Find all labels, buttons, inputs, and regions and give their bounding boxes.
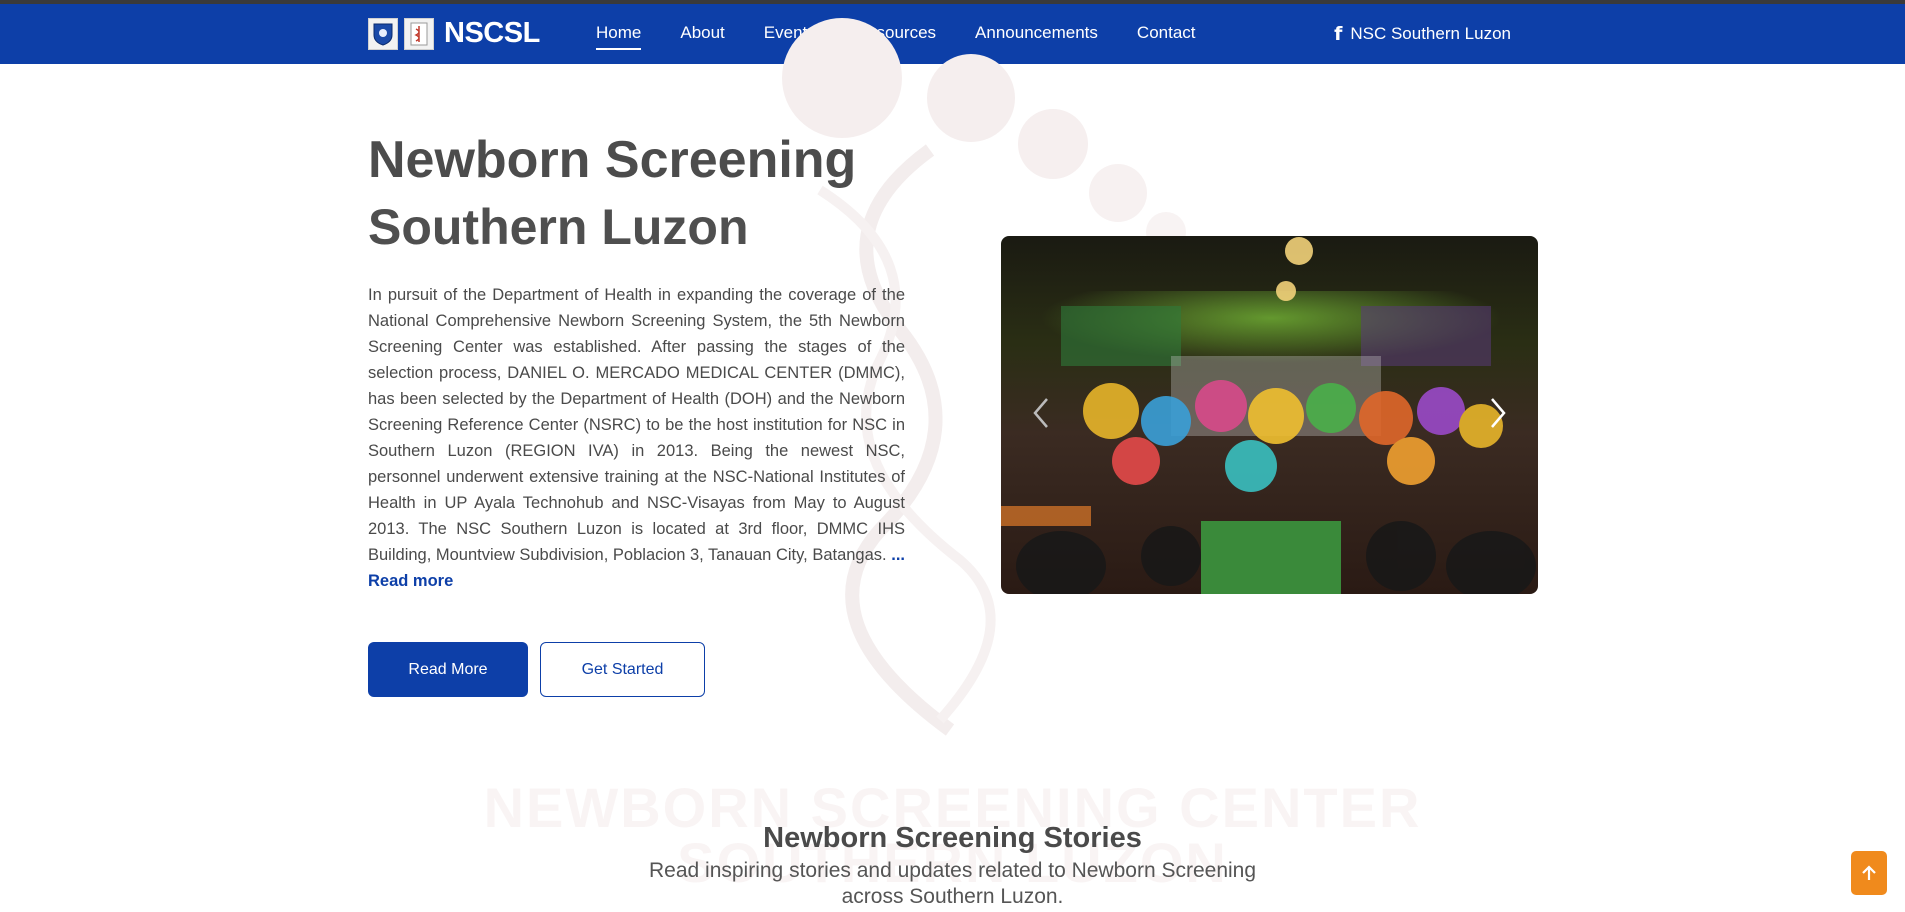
carousel-next-button[interactable] — [1476, 391, 1520, 435]
get-started-button[interactable]: Get Started — [540, 642, 705, 697]
hero-carousel[interactable] — [1001, 236, 1538, 594]
chevron-right-icon — [1491, 398, 1506, 428]
scroll-to-top-button[interactable] — [1851, 851, 1887, 895]
chevron-left-icon — [1033, 398, 1048, 428]
hero-description: In pursuit of the Department of Health i… — [368, 282, 905, 594]
arrow-up-icon — [1862, 865, 1876, 880]
hero-description-text: In pursuit of the Department of Health i… — [368, 286, 905, 564]
carousel-image — [1001, 236, 1538, 594]
stories-subtitle: Read inspiring stories and updates relat… — [648, 859, 1257, 908]
carousel-prev-button[interactable] — [1019, 391, 1063, 435]
read-more-button[interactable]: Read More — [368, 642, 528, 697]
hero-title: Newborn Screening — [368, 131, 857, 189]
stories-title: Newborn Screening Stories — [763, 822, 1142, 854]
hero-subtitle: Southern Luzon — [368, 199, 749, 255]
